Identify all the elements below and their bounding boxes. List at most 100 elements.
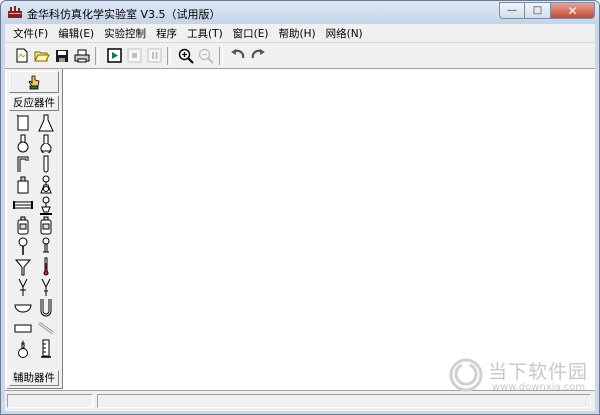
zoom-out-icon [198,48,214,64]
gas-bottle-tool[interactable] [11,216,34,237]
save-icon [56,49,68,62]
distillation-flask-icon [39,175,52,194]
app-icon [8,6,22,18]
bent-tube-tool[interactable] [11,154,34,175]
graduated-cylinder-icon [40,339,51,358]
workspace-canvas[interactable] [5,68,595,391]
open-folder-icon [34,51,50,61]
retort-stand-tool[interactable] [34,195,57,216]
menu-bar: 文件(F) 编辑(E) 实验控制 程序 工具(T) 窗口(E) 帮助(H) 网络… [5,24,595,42]
pause-icon [147,48,161,63]
wash-bottle-icon [40,216,51,235]
watermark-url: www.downxia.com [492,382,586,393]
reagent-bottle-tool[interactable] [11,175,34,196]
menu-edit[interactable]: 编辑(E) [53,26,99,41]
window-title: 金华科仿真化学实验室 V3.5（试用版） [27,8,221,21]
stop-button[interactable] [125,47,143,65]
u-tube-icon [41,278,50,296]
round-flask-tool[interactable] [11,134,34,155]
funnel-tool[interactable] [11,257,34,278]
print-button[interactable] [73,47,91,65]
palette-header-auxiliary[interactable]: 辅助器件 [9,370,59,386]
trough-tool[interactable] [11,318,34,339]
dropper-bottle-tool[interactable] [11,236,34,257]
watermark-logo-icon [449,358,483,392]
window-controls: — □ ✕ [499,2,595,20]
play-icon [106,48,122,63]
u-shaped-tube-tool[interactable] [34,298,57,319]
menu-tools[interactable]: 工具(T) [182,26,228,41]
dropper-tool[interactable] [34,236,57,257]
reagent-bottle-icon [17,176,28,194]
undo-icon [231,49,245,59]
retort-stand-icon [39,196,52,215]
gas-bottle-icon [17,216,28,235]
beaker-tool[interactable] [11,113,34,134]
zoom-in-button[interactable] [177,47,195,65]
watermark: 当下软件园 www.downxia.com [446,355,589,399]
erlenmeyer-flask-icon [37,114,54,132]
menu-window[interactable]: 窗口(E) [228,26,274,41]
print-icon [74,49,90,62]
evaporating-dish-icon [13,304,32,313]
wash-bottle-tool[interactable] [34,216,57,237]
equipment-palette: 反应器件 辅助器件 [7,69,63,389]
evaporating-dish-tool[interactable] [11,298,34,319]
watermark-text: 当下软件园 [488,361,589,383]
pointer-hand-icon [28,75,40,90]
menu-network[interactable]: 网络(N) [321,26,368,41]
thermometer-icon [43,257,48,276]
distillation-flask-tool[interactable] [34,175,57,196]
test-tube-tool[interactable] [34,154,57,175]
toolbar-separator [219,46,223,65]
maximize-icon: □ [532,5,543,16]
save-button[interactable] [53,47,71,65]
graduated-cylinder-tool[interactable] [34,339,57,360]
dropper-icon [42,237,49,253]
minimize-icon: — [507,5,517,16]
dropper-bottle-icon [18,237,27,255]
u-tube-tool[interactable] [34,277,57,298]
minimize-button[interactable]: — [499,2,525,19]
status-pane-left [7,394,93,408]
stop-icon [127,48,141,63]
beaker-icon [16,114,28,131]
open-button[interactable] [33,47,51,65]
palette-header-reaction[interactable]: 反应器件 [9,95,59,111]
undo-button[interactable] [229,47,247,65]
condenser-tool[interactable] [11,195,34,216]
redo-icon [251,49,265,59]
flat-flask-tool[interactable] [34,134,57,155]
erlenmeyer-tool[interactable] [34,113,57,134]
separatory-funnel-tool[interactable] [11,277,34,298]
new-file-icon [16,48,28,63]
glass-rod-icon [37,322,54,335]
zoom-in-icon [178,48,194,64]
toolbar-separator [95,46,99,65]
bent-tube-icon [17,156,28,173]
play-button[interactable] [105,47,123,65]
toolbar [5,42,595,69]
palette-select-tool[interactable] [9,71,59,93]
condenser-tube-icon [12,201,33,210]
menu-help[interactable]: 帮助(H) [274,26,321,41]
flat-bottom-flask-icon [40,134,51,154]
zoom-out-button[interactable] [197,47,215,65]
new-file-button[interactable] [13,47,31,65]
round-bottom-flask-icon [17,134,28,153]
redo-button[interactable] [249,47,267,65]
menu-program[interactable]: 程序 [151,26,182,41]
trough-icon [14,324,31,333]
close-icon: ✕ [567,3,578,18]
menu-experiment-control[interactable]: 实验控制 [99,26,151,41]
glass-rod-tool[interactable] [34,318,57,339]
close-button[interactable]: ✕ [551,2,595,19]
alcohol-lamp-tool[interactable] [11,339,34,360]
maximize-button[interactable]: □ [525,2,551,19]
pause-button[interactable] [145,47,163,65]
u-shaped-tube-icon [40,299,51,317]
thermometer-tool[interactable] [34,257,57,278]
title-bar[interactable]: 金华科仿真化学实验室 V3.5（试用版） — □ ✕ [1,1,599,24]
test-tube-icon [43,155,48,173]
menu-file[interactable]: 文件(F) [5,26,53,41]
